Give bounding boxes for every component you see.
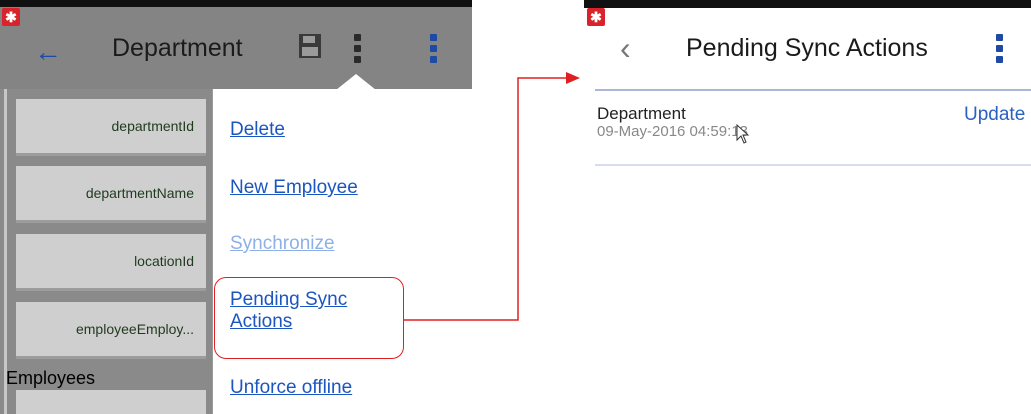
action-type[interactable]: Update (964, 104, 1025, 126)
row-divider (595, 164, 1031, 166)
save-icon[interactable] (298, 33, 322, 59)
field-label: departmentName (85, 185, 194, 201)
more-vert-icon[interactable] (430, 34, 438, 64)
column-divider (4, 89, 7, 414)
section-label: Employees (6, 368, 96, 388)
menu-item-synchronize: Synchronize (230, 233, 335, 254)
arrow-left-icon[interactable]: ← (34, 38, 62, 66)
chevron-left-icon[interactable]: ‹ (620, 32, 631, 64)
debug-icon: ✱ (2, 8, 20, 26)
status-bar (0, 0, 472, 7)
debug-icon: ✱ (587, 8, 605, 26)
employees-cell (16, 390, 206, 414)
field-label-cell: departmentName (16, 166, 206, 223)
field-label-cell: departmentId (16, 99, 206, 156)
mouse-cursor-icon (736, 124, 750, 144)
header-divider (595, 89, 1031, 91)
menu-item-unforce-offline[interactable]: Unforce offline (230, 377, 352, 399)
field-label-cell: locationId (16, 234, 206, 291)
highlight-box (214, 277, 404, 359)
field-label: locationId (134, 253, 194, 269)
menu-item-new-employee[interactable]: New Employee (230, 177, 358, 199)
field-label: employeeEmploy... (75, 321, 194, 337)
status-bar (584, 0, 1031, 8)
field-label: departmentId (111, 118, 195, 134)
page-title: Pending Sync Actions (686, 34, 928, 62)
action-timestamp: 09-May-2016 04:59:13 (597, 123, 748, 140)
action-entity-name[interactable]: Department (597, 104, 686, 123)
more-vert-icon[interactable] (996, 34, 1004, 64)
menu-caret (336, 74, 376, 90)
page-title: Department (112, 34, 243, 62)
menu-item-delete[interactable]: Delete (230, 119, 285, 141)
more-vert-icon[interactable] (354, 34, 362, 64)
field-label-cell: employeeEmploy... (16, 302, 206, 359)
